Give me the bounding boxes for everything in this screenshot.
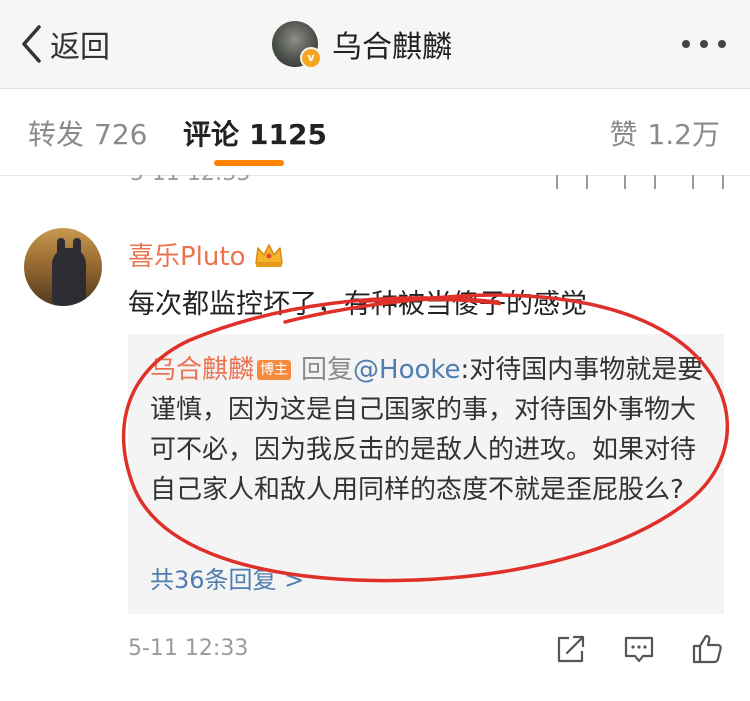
reply-button[interactable] xyxy=(622,632,656,670)
reply-preview[interactable]: 乌合麒麟 博主 回复@Hooke:对待国内事物就是要谨慎，因为这是自己国家的事，对待… xyxy=(128,334,724,614)
comment-icon xyxy=(624,636,654,663)
back-button[interactable]: 返回 xyxy=(20,22,110,66)
like-button[interactable] xyxy=(690,632,724,670)
share-icon[interactable] xyxy=(556,175,588,189)
verified-badge-icon: v xyxy=(300,47,322,69)
reply-word: 回复 xyxy=(301,355,354,385)
comment-username[interactable]: 喜乐Pluto xyxy=(128,236,285,273)
tab-repost[interactable]: 转发 726 xyxy=(28,113,147,153)
back-label: 返回 xyxy=(50,30,110,65)
comment-footer: 5-11 12:33 xyxy=(0,630,750,670)
previous-comment-time: 5-11 12:33 xyxy=(130,175,250,186)
chevron-left-icon xyxy=(22,25,41,63)
tab-comment-label: 评论 xyxy=(183,118,240,151)
comment-text: 每次都监控坏了，有种被当傻子的感觉 xyxy=(128,289,587,320)
thumb-up-icon xyxy=(692,634,722,664)
crown-icon xyxy=(255,243,284,267)
tab-bar: 转发 726 评论 1125 赞 1.2万 xyxy=(0,89,750,176)
previous-comment-footer: 5-11 12:33 xyxy=(0,175,750,189)
avatar-figure xyxy=(52,248,86,306)
tab-repost-label: 转发 xyxy=(28,118,85,151)
mention-link[interactable]: @Hooke xyxy=(353,355,461,385)
reply-author[interactable]: 乌合麒麟 xyxy=(150,355,254,385)
nav-bar: 返回 v 乌合麒麟 xyxy=(0,0,750,89)
username-label: 喜乐Pluto xyxy=(128,242,246,272)
more-replies-link[interactable]: 共36条回复 > xyxy=(150,560,304,595)
tab-like-label: 赞 xyxy=(609,118,638,151)
share-button[interactable] xyxy=(554,632,588,670)
active-tab-indicator xyxy=(214,160,284,166)
nav-profile[interactable]: v 乌合麒麟 xyxy=(272,18,452,70)
avatar[interactable] xyxy=(24,228,102,306)
comment-time: 5-11 12:33 xyxy=(128,636,249,661)
share-icon xyxy=(557,635,585,663)
comment-icon[interactable] xyxy=(624,175,656,189)
avatar[interactable]: v xyxy=(272,21,322,69)
page-title: 乌合麒麟 xyxy=(332,30,452,65)
comment-item: 喜乐Pluto 每次都监控坏了，有种被当傻子的感觉 乌合麒麟 博主 回复@Hooke… xyxy=(0,190,750,701)
tab-comment[interactable]: 评论 1125 xyxy=(183,113,327,153)
more-dots-icon xyxy=(682,40,726,48)
tab-like-count: 1.2万 xyxy=(647,118,720,151)
tab-like[interactable]: 赞 1.2万 xyxy=(609,113,720,153)
thumb-up-icon[interactable] xyxy=(692,175,724,189)
tab-repost-count: 726 xyxy=(94,118,148,151)
author-badge: 博主 xyxy=(257,360,292,380)
more-button[interactable] xyxy=(680,32,728,60)
reply-content: 乌合麒麟 博主 回复@Hooke:对待国内事物就是要谨慎，因为这是自己国家的事，对待… xyxy=(150,350,710,510)
tab-comment-count: 1125 xyxy=(249,118,327,151)
